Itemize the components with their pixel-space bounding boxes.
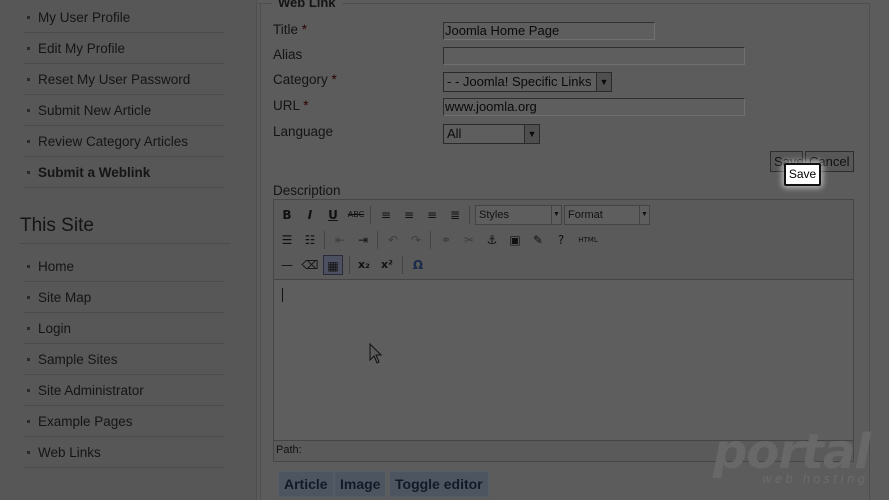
- toolbar-row-1: B I U ABC ≡ ≡ ≡ ≣ Styles ▼ Format ▼: [274, 202, 853, 228]
- toolbar-row-2: ☰ ☷ ⇤ ⇥ ↶ ↷ ⚭ ✂ ⚓ ▣ ✎ ? HTML: [274, 228, 853, 254]
- format-select-value: Format: [568, 209, 603, 221]
- special-character-icon[interactable]: Ω: [408, 255, 428, 275]
- toolbar-separator: [370, 206, 371, 224]
- styles-select[interactable]: Styles ▼: [475, 205, 562, 225]
- menu-item-sample-sites[interactable]: Sample Sites: [24, 344, 225, 375]
- menu-item-reset-password[interactable]: Reset My User Password: [24, 64, 225, 95]
- numbered-list-icon[interactable]: ☷: [300, 230, 320, 250]
- alias-input[interactable]: [443, 47, 745, 65]
- menu-item-example-pages[interactable]: Example Pages: [24, 406, 225, 437]
- sidebar: My User Profile Edit My Profile Reset My…: [0, 0, 257, 500]
- menu-item-my-user-profile[interactable]: My User Profile: [24, 2, 225, 33]
- table-icon[interactable]: ▦: [323, 255, 343, 275]
- text-caret: [282, 288, 283, 302]
- menu-item-home[interactable]: Home: [24, 251, 225, 282]
- fieldset-top-border: [258, 3, 870, 4]
- description-label: Description: [273, 183, 341, 198]
- title-label: Title *: [273, 22, 308, 37]
- menu-item-submit-weblink[interactable]: Submit a Weblink: [24, 157, 225, 188]
- language-selected-value: All: [447, 126, 462, 141]
- align-left-icon[interactable]: ≡: [376, 205, 396, 225]
- this-site-heading: This Site: [20, 215, 230, 244]
- toolbar-separator: [430, 231, 431, 249]
- anchor-icon[interactable]: ⚓: [482, 230, 502, 250]
- editor-path-bar: Path:: [276, 444, 302, 456]
- editor-content-area[interactable]: [274, 279, 853, 441]
- unlink-icon[interactable]: ✂: [459, 230, 479, 250]
- category-select[interactable]: - - Joomla! Specific Links ▼: [443, 72, 612, 92]
- site-menu: Home Site Map Login Sample Sites Site Ad…: [24, 251, 225, 468]
- save-tooltip: Save: [784, 163, 821, 186]
- toolbar-separator: [324, 231, 325, 249]
- portal-watermark-logo: portal: [713, 424, 871, 480]
- link-icon[interactable]: ⚭: [436, 230, 456, 250]
- fieldset-legend: Web Link: [272, 0, 342, 10]
- menu-item-review-category-articles[interactable]: Review Category Articles: [24, 126, 225, 157]
- eraser-icon[interactable]: ⌫: [300, 255, 320, 275]
- subscript-icon[interactable]: x₂: [354, 255, 374, 275]
- html-source-icon[interactable]: HTML: [575, 230, 601, 250]
- alias-label: Alias: [273, 47, 303, 62]
- url-label: URL *: [273, 98, 309, 113]
- article-button[interactable]: Article: [278, 471, 334, 497]
- align-right-icon[interactable]: ≡: [422, 205, 442, 225]
- portal-watermark-tagline: web hosting: [762, 472, 869, 486]
- toolbar-separator: [377, 231, 378, 249]
- image-button[interactable]: Image: [334, 471, 387, 497]
- align-center-icon[interactable]: ≡: [399, 205, 419, 225]
- outdent-icon[interactable]: ⇤: [330, 230, 350, 250]
- styles-select-value: Styles: [479, 209, 509, 221]
- weblink-form: Web Link Title * Joomla Home Page Alias …: [258, 0, 889, 500]
- redo-icon[interactable]: ↷: [406, 230, 426, 250]
- menu-item-web-links[interactable]: Web Links: [24, 437, 225, 468]
- category-selected-value: - - Joomla! Specific Links: [447, 74, 592, 89]
- url-input[interactable]: www.joomla.org: [443, 98, 745, 116]
- underline-icon[interactable]: U: [323, 205, 343, 225]
- indent-icon[interactable]: ⇥: [353, 230, 373, 250]
- language-select[interactable]: All ▼: [443, 124, 540, 144]
- toolbar-separator: [402, 256, 403, 274]
- cleanup-icon[interactable]: ✎: [528, 230, 548, 250]
- help-icon[interactable]: ?: [551, 230, 571, 250]
- title-input[interactable]: Joomla Home Page: [443, 22, 655, 40]
- toggle-editor-button[interactable]: Toggle editor: [389, 471, 489, 497]
- toolbar-separator: [469, 206, 470, 224]
- toolbar-separator: [349, 256, 350, 274]
- user-menu: My User Profile Edit My Profile Reset My…: [24, 2, 225, 188]
- rich-text-editor: B I U ABC ≡ ≡ ≡ ≣ Styles ▼ Format ▼ ☰ ☷ …: [273, 199, 854, 462]
- category-label: Category *: [273, 72, 337, 87]
- format-select[interactable]: Format ▼: [564, 205, 650, 225]
- italic-icon[interactable]: I: [300, 205, 320, 225]
- chevron-down-icon: ▼: [639, 206, 649, 224]
- bullet-list-icon[interactable]: ☰: [277, 230, 297, 250]
- language-label: Language: [273, 124, 334, 139]
- undo-icon[interactable]: ↶: [383, 230, 403, 250]
- chevron-down-icon: ▼: [524, 125, 539, 143]
- chevron-down-icon: ▼: [551, 206, 561, 224]
- image-icon[interactable]: ▣: [505, 230, 525, 250]
- menu-item-site-map[interactable]: Site Map: [24, 282, 225, 313]
- menu-item-edit-my-profile[interactable]: Edit My Profile: [24, 33, 225, 64]
- chevron-down-icon: ▼: [596, 73, 611, 91]
- bold-icon[interactable]: B: [277, 205, 297, 225]
- align-justify-icon[interactable]: ≣: [445, 205, 465, 225]
- menu-item-site-administrator[interactable]: Site Administrator: [24, 375, 225, 406]
- horizontal-rule-icon[interactable]: —: [277, 255, 297, 275]
- superscript-icon[interactable]: x²: [377, 255, 397, 275]
- toolbar-row-3: — ⌫ ▦ x₂ x² Ω: [274, 253, 853, 279]
- menu-item-submit-new-article[interactable]: Submit New Article: [24, 95, 225, 126]
- strikethrough-icon[interactable]: ABC: [346, 205, 366, 225]
- menu-item-login[interactable]: Login: [24, 313, 225, 344]
- mouse-pointer-icon: [369, 343, 383, 364]
